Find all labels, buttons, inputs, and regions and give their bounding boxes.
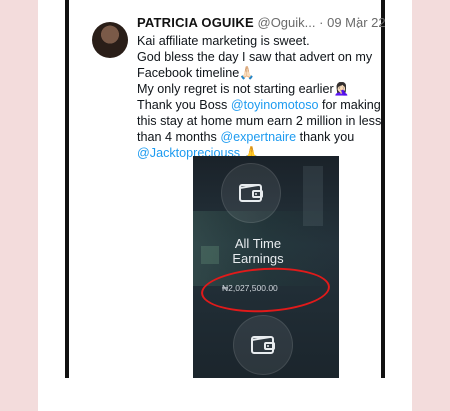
separator: · [319,15,324,30]
tweet-text-fragment: thank you [296,130,355,144]
avatar[interactable] [92,22,128,58]
tweet-text-fragment: Thank you Boss [137,98,231,112]
tweet-text-fragment: for making [318,98,381,112]
author-handle[interactable]: @Oguik... [258,15,316,30]
more-options-icon[interactable]: ⋮ [352,15,365,31]
screenshot-left-border [65,0,69,378]
tweet-line: Thank you Boss @toyinomotoso for making [137,97,381,113]
earnings-title-line: Earnings [232,251,284,266]
tweet-line: Kai affiliate marketing is sweet. [137,34,310,48]
background-shape [303,166,323,226]
tweet-line: God bless the day I saw that advert on m… [137,50,373,64]
tweet-text: Kai affiliate marketing is sweet. God bl… [137,33,382,161]
author-name[interactable]: PATRICIA OGUIKE [137,15,254,30]
earnings-title-line: All Time [234,236,282,251]
tweet-line: than 4 months @expertnaire thank you [137,129,377,145]
wallet-icon [233,315,293,375]
mention-link[interactable]: @toyinomotoso [231,98,319,112]
wallet-icon [221,163,281,223]
tweet-line: My only regret is not starting earlier🤦🏻… [137,82,350,96]
screenshot-right-border [381,0,385,378]
background-shape [201,246,219,264]
tweet-header: PATRICIA OGUIKE @Oguik... · 09 Mar 22 [137,15,386,30]
tweet-line: this stay at home mum earn 2 million in … [137,114,382,128]
earnings-title: All Time Earnings [218,236,298,266]
mention-link[interactable]: @expertnaire [220,130,296,144]
tweet-line: Facebook timeline🙏🏻 [137,66,255,80]
tweet-text-fragment: than 4 months [137,130,221,144]
